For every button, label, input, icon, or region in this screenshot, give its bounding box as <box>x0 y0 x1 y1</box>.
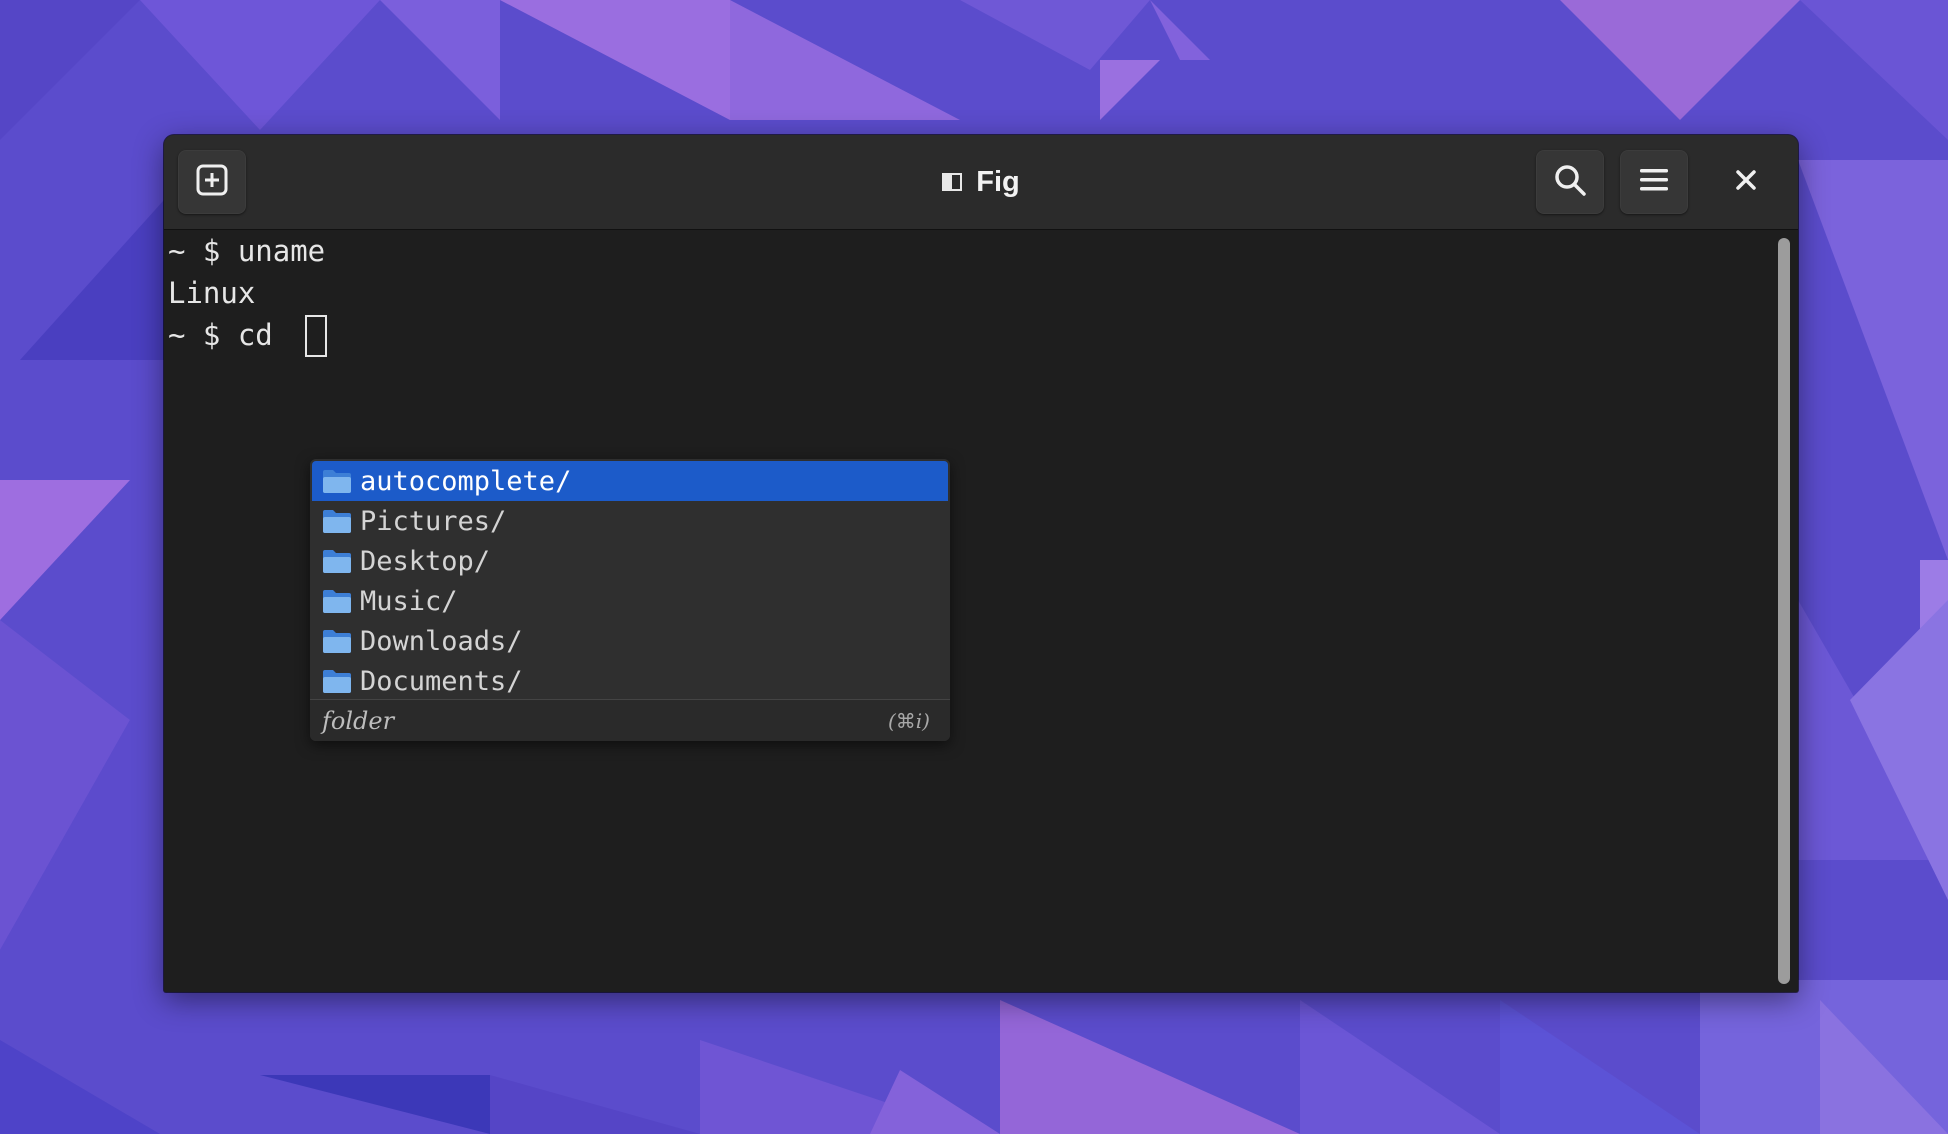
autocomplete-item-label: Pictures/ <box>360 505 507 537</box>
autocomplete-item-label: autocomplete/ <box>360 465 572 497</box>
hamburger-menu-icon <box>1638 166 1670 198</box>
autocomplete-item-label: Desktop/ <box>360 545 491 577</box>
main-menu-button[interactable] <box>1620 150 1688 214</box>
autocomplete-item[interactable]: Downloads/ <box>312 621 948 661</box>
terminal-line: ~ $ uname <box>168 234 326 268</box>
autocomplete-item[interactable]: Music/ <box>312 581 948 621</box>
terminal-title-icon <box>942 173 963 191</box>
autocomplete-description: folder <box>322 706 395 735</box>
terminal-line: Linux <box>168 276 256 310</box>
search-button[interactable] <box>1536 150 1604 214</box>
autocomplete-popup: autocomplete/ Pictures/ Desktop/ Music/ … <box>310 459 950 741</box>
autocomplete-item[interactable]: Pictures/ <box>312 501 948 541</box>
folder-icon <box>322 628 352 654</box>
new-tab-icon <box>195 163 229 201</box>
autocomplete-item[interactable]: autocomplete/ <box>312 461 948 501</box>
terminal-scrollbar[interactable] <box>1770 230 1798 992</box>
folder-icon <box>322 588 352 614</box>
terminal-window: Fig ~ $ uname Linux ~ $ cd autocomplete/… <box>164 135 1798 992</box>
autocomplete-shortcut-hint: (⌘i) <box>887 708 930 733</box>
autocomplete-item[interactable]: Desktop/ <box>312 541 948 581</box>
folder-icon <box>322 668 352 694</box>
close-button[interactable] <box>1714 150 1778 214</box>
scrollbar-thumb[interactable] <box>1778 238 1790 984</box>
terminal-cursor <box>305 315 327 357</box>
search-icon <box>1552 162 1588 202</box>
terminal-view[interactable]: ~ $ uname Linux ~ $ cd autocomplete/ Pic… <box>164 230 1770 992</box>
folder-icon <box>322 548 352 574</box>
autocomplete-item-label: Documents/ <box>360 665 523 697</box>
folder-icon <box>322 468 352 494</box>
autocomplete-item-label: Downloads/ <box>360 625 523 657</box>
autocomplete-description-bar: folder (⌘i) <box>310 699 950 741</box>
autocomplete-item[interactable]: Documents/ <box>312 661 948 701</box>
headerbar: Fig <box>164 135 1798 230</box>
close-icon <box>1735 169 1757 195</box>
window-title-text: Fig <box>976 165 1020 198</box>
terminal-prompt-line: ~ $ cd <box>168 318 291 352</box>
folder-icon <box>322 508 352 534</box>
new-tab-button[interactable] <box>178 150 246 214</box>
autocomplete-item-label: Music/ <box>360 585 458 617</box>
